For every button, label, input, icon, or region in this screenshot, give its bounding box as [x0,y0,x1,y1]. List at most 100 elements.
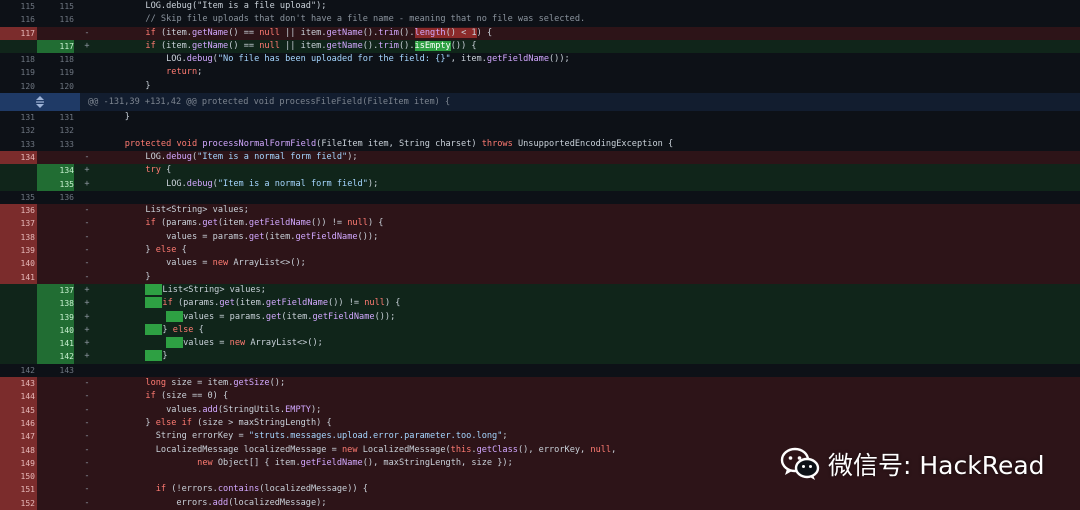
diff-line: 118 118 LOG.debug("No file has been uploa… [0,53,1080,67]
new-line-number[interactable]: 133 [37,138,74,151]
old-line-number[interactable]: 119 [0,66,37,79]
diff-line: 135 136 [0,190,1080,205]
old-line-number[interactable]: 118 [0,53,37,66]
new-line-number[interactable]: 118 [37,53,74,66]
diff-line: 116 116 // Skip file uploads that don't h… [0,13,1080,27]
diff-line: 139 + values = params.get(item.getFieldNa… [0,310,1080,324]
old-line-number[interactable]: 150 [0,470,37,484]
new-line-number[interactable]: 143 [37,364,74,377]
old-line-number[interactable]: 144 [0,390,37,404]
code-text: LOG.debug("No file has been uploaded for… [104,54,570,65]
diff-marker: - [84,444,90,455]
diff-marker: - [84,218,90,229]
diff-marker: + [84,351,90,362]
old-line-number[interactable]: 148 [0,443,37,457]
code-text: values = params.get(item.getFieldName())… [104,231,379,242]
code-text: } else { [94,323,1080,337]
diff-line: 151 - if (!errors.contains(localizedMessa… [0,483,1080,497]
code-text: values = new ArrayList<>(); [94,337,1080,350]
code-text: values = params.get(item.getFieldName())… [94,310,1080,324]
diff-line: 131 131 } [0,111,1080,125]
diff-view: 115 115 LOG.debug("Item is a file upload"… [0,0,1080,510]
new-line-number[interactable]: 137 [37,283,74,298]
old-line-number[interactable]: 140 [0,257,37,271]
old-line-number[interactable]: 132 [0,124,37,137]
diff-line: 142 143 [0,363,1080,378]
code-text: } [104,112,130,123]
old-line-number[interactable]: 138 [0,230,37,245]
new-line-number[interactable]: 140 [37,323,74,338]
old-line-number[interactable]: 139 [0,244,37,258]
old-line-number[interactable]: 149 [0,456,37,471]
diff-line: 152 - errors.add(localizedMessage); [0,496,1080,510]
diff-line: 141 - } [0,270,1080,284]
old-line-number[interactable]: 143 [0,377,37,391]
diff-line: 120 120 } [0,79,1080,94]
old-line-number[interactable]: 142 [0,364,37,377]
new-line-number[interactable]: 116 [37,13,74,26]
old-line-number[interactable]: 115 [0,0,37,13]
old-line-number[interactable]: 136 [0,204,37,218]
diff-line: 134 + try { [0,164,1080,178]
new-line-number[interactable]: 135 [37,177,74,191]
new-line-number[interactable]: 141 [37,337,74,351]
expand-lines-icon[interactable] [0,93,80,112]
new-line-number[interactable]: 115 [37,0,74,13]
diff-marker: - [84,391,90,402]
old-line-number[interactable]: 146 [0,416,37,431]
diff-line: 136 - List<String> values; [0,204,1080,218]
diff-marker: - [84,431,90,442]
old-line-number[interactable]: 116 [0,13,37,26]
old-line-number[interactable]: 120 [0,80,37,93]
code-text: LOG.debug("Item is a normal form field")… [104,151,358,162]
old-line-number[interactable]: 117 [0,26,37,40]
code-text: if (item.getName() == null || item.getNa… [145,27,493,38]
diff-line: 141 + values = new ArrayList<>(); [0,337,1080,351]
diff-marker: + [84,298,90,309]
new-line-number[interactable]: 132 [37,124,74,137]
code-text: LOG.debug("Item is a file upload"); [104,1,327,11]
diff-marker: - [84,471,90,482]
diff-line: 144 - if (size == 0) { [0,390,1080,404]
new-line-number[interactable]: 139 [37,310,74,324]
wechat-icon [780,447,820,481]
old-line-number[interactable]: 147 [0,430,37,444]
new-line-number[interactable]: 136 [37,191,74,204]
old-line-number[interactable]: 151 [0,483,37,497]
code-text: String errorKey = "struts.messages.uploa… [104,431,508,442]
code-text: if (params.get(item.getFieldName()) != n… [145,218,384,229]
old-line-number[interactable]: 133 [0,138,37,151]
new-line-number[interactable]: 142 [37,350,74,364]
diff-marker: - [84,484,90,495]
diff-line: 142 + } [0,350,1080,364]
diff-line: 140 + } else { [0,323,1080,338]
old-line-number[interactable]: 131 [0,111,37,124]
new-line-number[interactable]: 120 [37,80,74,93]
diff-line: 138 - values = params.get(item.getFieldNa… [0,230,1080,245]
old-line-number[interactable]: 152 [0,496,37,510]
old-line-number[interactable]: 145 [0,403,37,417]
old-line-number[interactable]: 141 [0,270,37,284]
diff-line: 133 133 protected void processNormalFormF… [0,137,1080,151]
diff-marker: + [84,324,90,335]
diff-line: 147 - String errorKey = "struts.messages.… [0,430,1080,444]
new-line-number[interactable]: 119 [37,66,74,79]
new-line-number[interactable]: 138 [37,297,74,311]
old-line-number[interactable]: 134 [0,150,37,165]
code-text: if (size == 0) { [145,391,229,402]
code-text: } [104,271,151,282]
old-line-number[interactable]: 137 [0,217,37,231]
code-text: return; [166,67,203,78]
diff-line: 117 + if (item.getName() == null || item.… [0,39,1080,54]
code-text: if (params.get(item.getFieldName()) != n… [94,297,1080,310]
code-text: } else { [104,245,187,256]
hunk-header-text: @@ -131,39 +131,42 @@ protected void pro… [88,97,451,108]
diff-marker: - [84,497,90,508]
new-line-number[interactable]: 117 [37,39,74,54]
diff-line: 146 - } else if (size > maxStringLength) … [0,416,1080,431]
old-line-number[interactable]: 135 [0,191,37,204]
code-text: List<String> values; [94,283,1080,297]
new-line-number[interactable]: 131 [37,111,74,124]
code-text: protected void processNormalFormField(Fi… [124,138,674,149]
new-line-number[interactable]: 134 [37,164,74,178]
